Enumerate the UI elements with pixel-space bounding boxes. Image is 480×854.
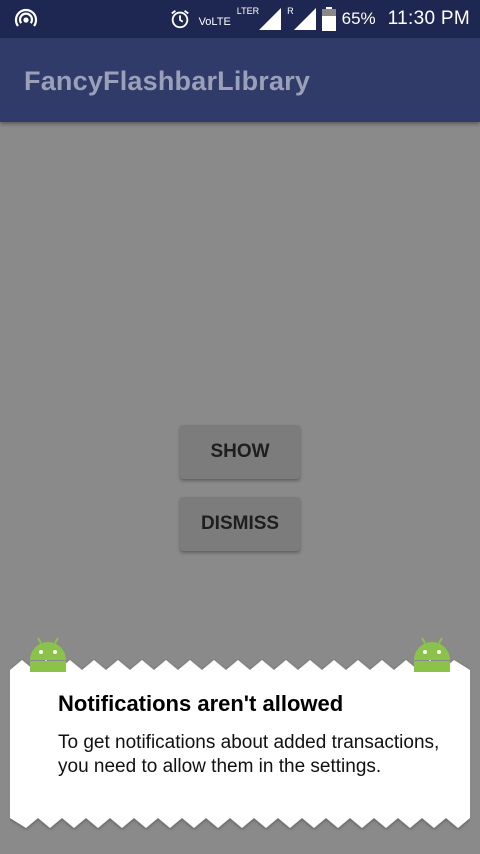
flashbar-message: To get notifications about added transac… [58,732,440,777]
battery-percent: 65% [341,9,376,28]
show-button[interactable]: SHOW [180,425,300,479]
android-icon [30,637,66,672]
alarm-icon [170,10,189,29]
hotspot-icon [14,8,38,27]
roaming-label-1: R [252,6,260,16]
roaming-label-2: R [287,6,294,16]
signal-icon [259,8,282,30]
app-bar: FancyFlashbarLibrary [0,38,480,122]
volte-label: VoLTE [198,16,231,28]
dismiss-button[interactable]: DISMISS [180,497,300,551]
status-bar: VoLTE LTE R R 65% 11:30 PM [0,0,480,38]
lte-label: LTE [236,6,253,16]
signal-icon-2 [293,8,316,30]
flashbar-title: Notifications aren't allowed [58,691,344,716]
status-icons: VoLTE LTE R R 65% 11:30 PM [169,0,470,38]
app-title: FancyFlashbarLibrary [24,66,311,96]
battery-icon [321,7,336,31]
android-icon [414,637,450,672]
clock: 11:30 PM [387,8,470,29]
